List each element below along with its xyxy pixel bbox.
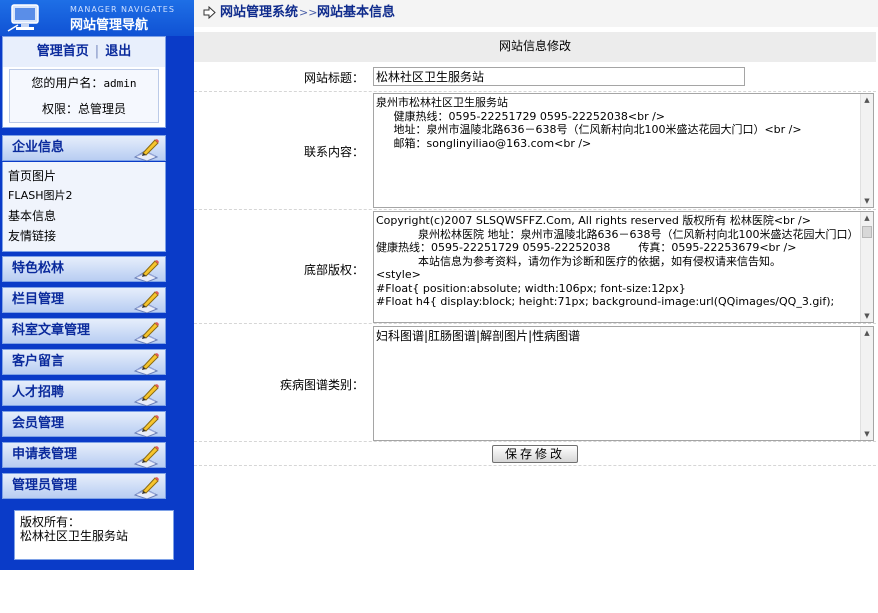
submenu-item-home-images[interactable]: 首页图片 [3, 166, 165, 186]
site-title-label: 网站标题： [303, 71, 364, 85]
submenu-item-flash-images[interactable]: FLASH图片2 [3, 186, 165, 206]
scroll-up-icon[interactable]: ▲ [861, 94, 873, 106]
footer-copyright-text: Copyright(c)2007 SLSQWSFFZ.Com, All righ… [376, 214, 859, 308]
sidebar: MANAGER NAVIGATES 网站管理导航 管理首页 | 退出 您的用户名：a… [0, 0, 194, 570]
submenu-item-friend-links[interactable]: 友情链接 [3, 226, 165, 246]
pencil-notepad-icon [133, 260, 159, 282]
save-changes-button[interactable]: 保存修改 [492, 445, 578, 463]
menu-column-management[interactable]: 栏目管理 [2, 287, 166, 313]
disease-category-label: 疾病图谱类别： [279, 378, 364, 392]
menu-label: 客户留言 [12, 354, 65, 369]
contact-textarea[interactable]: 泉州市松林社区卫生服务站 健康热线：0595-22251729 0595-222… [373, 93, 874, 208]
permission-row: 权限：总管理员 [10, 96, 158, 122]
contact-row: 联系内容： 泉州市松林社区卫生服务站 健康热线：0595-22251729 05… [194, 92, 876, 210]
menu-label: 科室文章管理 [12, 323, 91, 338]
breadcrumb: 网站管理系统 >> 网站基本信息 [194, 0, 878, 27]
footer-copyright-row: 底部版权： Copyright(c)2007 SLSQWSFFZ.Com, Al… [194, 210, 876, 324]
scroll-down-icon[interactable]: ▼ [861, 428, 873, 440]
pencil-notepad-icon [133, 322, 159, 344]
scroll-down-icon[interactable]: ▼ [861, 195, 873, 207]
logout-link[interactable]: 退出 [105, 44, 131, 59]
logo: MANAGER NAVIGATES 网站管理导航 [0, 0, 194, 36]
scroll-up-icon[interactable]: ▲ [861, 212, 873, 224]
scroll-up-icon[interactable]: ▲ [861, 327, 873, 339]
menu-admin-management[interactable]: 管理员管理 [2, 473, 166, 499]
user-info: 您的用户名：admin 权限：总管理员 [9, 69, 159, 123]
admin-home-link[interactable]: 管理首页 [37, 44, 89, 59]
disease-scrollbar[interactable]: ▲ ▼ [860, 327, 873, 440]
menu-label: 申请表管理 [12, 447, 78, 462]
permission-label: 权限： [41, 102, 78, 116]
menu-label: 管理员管理 [12, 478, 78, 493]
user-panel: 管理首页 | 退出 您的用户名：admin 权限：总管理员 [2, 36, 166, 128]
breadcrumb-root[interactable]: 网站管理系统 [220, 0, 298, 26]
disease-category-text: 妇科图谱|肛肠图谱|解剖图片|性病图谱 [376, 329, 581, 343]
footer-copyright-label: 底部版权： [303, 263, 364, 277]
pencil-notepad-icon [133, 291, 159, 313]
menu-featured-songlin[interactable]: 特色松林 [2, 256, 166, 282]
menu-label: 特色松林 [12, 261, 65, 276]
permission-value: 总管理员 [78, 102, 127, 116]
footer-scrollbar[interactable]: ▲ ▼ [860, 212, 873, 322]
pencil-notepad-icon [133, 415, 159, 437]
scroll-thumb[interactable] [862, 226, 872, 238]
arrow-right-icon [203, 6, 216, 19]
menu-enterprise-info[interactable]: 企业信息 [2, 135, 166, 161]
menu-member-management[interactable]: 会员管理 [2, 411, 166, 437]
menu-label: 栏目管理 [12, 292, 65, 307]
site-title-row: 网站标题： [194, 62, 876, 92]
main-content: 网站管理系统 >> 网站基本信息 网站信息修改 网站标题： 联系内容： 泉州市松… [194, 0, 878, 613]
contact-text: 泉州市松林社区卫生服务站 健康热线：0595-22251729 0595-222… [376, 96, 802, 150]
form-title: 网站信息修改 [194, 32, 876, 62]
pencil-notepad-icon [133, 384, 159, 406]
menu-department-articles[interactable]: 科室文章管理 [2, 318, 166, 344]
submenu-item-basic-info[interactable]: 基本信息 [3, 206, 165, 226]
contact-label: 联系内容： [303, 145, 364, 159]
menu-label: 人才招聘 [12, 385, 65, 400]
menu-customer-messages[interactable]: 客户留言 [2, 349, 166, 375]
pencil-notepad-icon [133, 139, 159, 161]
logo-title: 网站管理导航 [70, 18, 149, 33]
disease-category-textarea[interactable]: 妇科图谱|肛肠图谱|解剖图片|性病图谱 ▲ ▼ [373, 326, 874, 441]
user-links: 管理首页 | 退出 [3, 37, 165, 67]
username-row: 您的用户名：admin [10, 70, 158, 96]
contact-scrollbar[interactable]: ▲ ▼ [860, 94, 873, 207]
sidebar-copyright: 版权所有： 松林社区卫生服务站 [14, 510, 174, 560]
link-separator: | [94, 44, 100, 59]
scroll-down-icon[interactable]: ▼ [861, 310, 873, 322]
menu-recruitment[interactable]: 人才招聘 [2, 380, 166, 406]
site-title-input[interactable] [373, 67, 745, 86]
computer-monitor-icon [7, 4, 39, 32]
pencil-notepad-icon [133, 477, 159, 499]
copyright-label: 版权所有： [20, 515, 81, 529]
submenu-enterprise-info: 首页图片 FLASH图片2 基本信息 友情链接 [2, 162, 166, 252]
logo-subtitle: MANAGER NAVIGATES [70, 5, 175, 14]
menu-application-forms[interactable]: 申请表管理 [2, 442, 166, 468]
pencil-notepad-icon [133, 446, 159, 468]
username-label: 您的用户名： [31, 76, 104, 90]
app-window: MANAGER NAVIGATES 网站管理导航 管理首页 | 退出 您的用户名：a… [0, 0, 878, 613]
username-value: admin [103, 77, 137, 90]
menu-label: 企业信息 [12, 140, 65, 155]
form-divider [194, 465, 876, 466]
disease-category-row: 疾病图谱类别： 妇科图谱|肛肠图谱|解剖图片|性病图谱 ▲ ▼ [194, 324, 876, 442]
breadcrumb-separator: >> [299, 6, 318, 19]
breadcrumb-current: 网站基本信息 [317, 5, 396, 20]
copyright-owner: 松林社区卫生服务站 [20, 529, 129, 543]
pencil-notepad-icon [133, 353, 159, 375]
menu-label: 会员管理 [12, 416, 65, 431]
footer-copyright-textarea[interactable]: Copyright(c)2007 SLSQWSFFZ.Com, All righ… [373, 211, 874, 323]
